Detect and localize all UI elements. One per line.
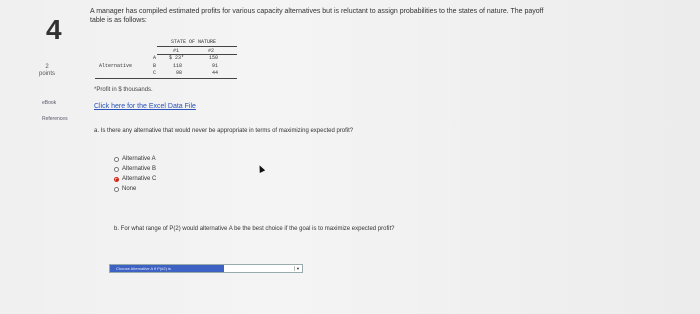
option-none[interactable]: None xyxy=(114,184,156,194)
radio-icon[interactable] xyxy=(114,156,119,162)
excel-data-link[interactable]: Click here for the Excel Data File xyxy=(94,103,196,110)
problem-text: A manager has compiled estimated profits… xyxy=(90,8,544,24)
row-a-label: A xyxy=(153,55,157,61)
option-label: None xyxy=(122,186,137,192)
radio-icon[interactable] xyxy=(114,166,119,172)
dropdown-selected-value: Choose Alternative A if P(#2) is xyxy=(110,265,224,272)
option-alternative-b[interactable]: Alternative B xyxy=(114,164,156,174)
radio-selected-icon[interactable] xyxy=(114,176,119,182)
table-header: STATE OF NATURE xyxy=(171,39,217,45)
row-c-value-2: 44 xyxy=(212,70,219,76)
row-b-label: B xyxy=(153,63,157,69)
header-rule xyxy=(157,46,237,47)
footer-rule xyxy=(95,78,237,79)
row-a-value-1: $ 23* xyxy=(169,55,185,61)
row-b-value-1: 118 xyxy=(173,63,183,69)
row-b-value-2: 91 xyxy=(212,63,219,69)
points-indicator: 2 points xyxy=(33,64,61,78)
option-label: Alternative B xyxy=(122,166,157,172)
page: 4 2 points eBook References A manager ha… xyxy=(0,0,700,314)
references-link[interactable]: References xyxy=(42,116,76,122)
row-a-value-2: 150 xyxy=(209,55,219,61)
mouse-cursor-icon xyxy=(256,164,266,173)
profit-note: *Profit in $ thousands. xyxy=(94,87,153,93)
ebook-link[interactable]: eBook xyxy=(42,100,76,106)
option-label: Alternative C xyxy=(122,176,157,182)
chevron-down-icon[interactable]: ▼ xyxy=(294,266,301,271)
p2-range-dropdown[interactable]: Choose Alternative A if P(#2) is ▼ xyxy=(109,264,303,273)
part-b-question: b. For what range of P(2) would alternat… xyxy=(114,226,395,232)
row-c-label: C xyxy=(153,70,157,76)
payoff-table: STATE OF NATURE #1 #2 Alternative A $ 23… xyxy=(95,38,237,80)
question-number: 4 xyxy=(46,14,62,45)
row-c-value-1: 98 xyxy=(176,70,183,76)
option-alternative-c[interactable]: Alternative C xyxy=(114,174,156,184)
radio-icon[interactable] xyxy=(114,186,119,192)
option-alternative-a[interactable]: Alternative A xyxy=(114,154,156,164)
part-a-options: Alternative A Alternative B Alternative … xyxy=(114,154,156,194)
option-label: Alternative A xyxy=(122,156,156,162)
points-value: 2 xyxy=(45,64,49,70)
row-label: Alternative xyxy=(99,63,133,69)
points-label: points xyxy=(38,71,55,77)
part-a-question: a. Is there any alternative that would n… xyxy=(94,128,354,134)
